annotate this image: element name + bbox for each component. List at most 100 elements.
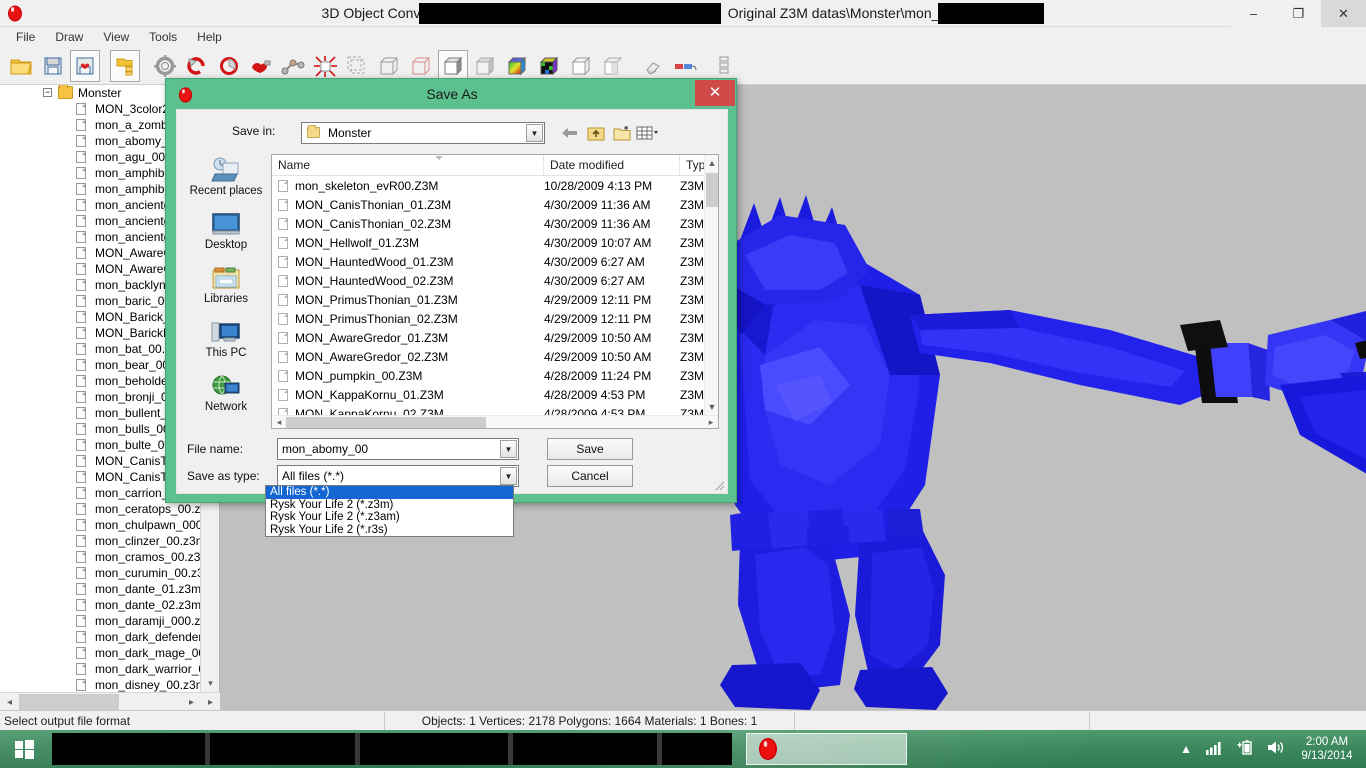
- tree-item[interactable]: mon_dark_defender_: [0, 629, 219, 645]
- minimize-button[interactable]: –: [1231, 0, 1276, 27]
- table-row[interactable]: MON_AwareGredor_02.Z3M 4/29/2009 10:50 AM…: [272, 347, 718, 366]
- views-icon[interactable]: [635, 122, 661, 144]
- file-scroll-thumb[interactable]: [706, 173, 718, 207]
- close-button[interactable]: ✕: [1321, 0, 1366, 27]
- dropdown-option[interactable]: Rysk Your Life 2 (*.z3m): [266, 499, 513, 512]
- battery-icon[interactable]: [1237, 740, 1253, 758]
- dropdown-option[interactable]: All files (*.*): [266, 486, 513, 499]
- back-arrow-icon[interactable]: [557, 122, 583, 144]
- table-row[interactable]: MON_CanisThonian_01.Z3M 4/30/2009 11:36 A…: [272, 195, 718, 214]
- sidebar-hscroll-thumb[interactable]: [19, 694, 119, 711]
- menu-draw[interactable]: Draw: [45, 28, 93, 46]
- stack-icon[interactable]: [710, 50, 740, 82]
- glasses-icon[interactable]: [670, 50, 700, 82]
- table-row[interactable]: MON_AwareGredor_01.Z3M 4/29/2009 10:50 AM…: [272, 328, 718, 347]
- chevron-down-icon-type[interactable]: ▼: [500, 467, 517, 485]
- rotate-right-icon[interactable]: [214, 50, 244, 82]
- table-row[interactable]: MON_pumpkin_00.Z3M 4/28/2009 11:24 PM Z3M …: [272, 366, 718, 385]
- table-row[interactable]: MON_HauntedWood_02.Z3M 4/30/2009 6:27 AM Z…: [272, 271, 718, 290]
- open-folder-icon[interactable]: [6, 50, 36, 82]
- tree-item[interactable]: mon_ceratops_00.z3m: [0, 501, 219, 517]
- explode-icon[interactable]: [310, 50, 340, 82]
- new-folder-icon[interactable]: [609, 122, 635, 144]
- file-name-combobox[interactable]: mon_abomy_00 ▼: [277, 438, 519, 460]
- tree-item[interactable]: mon_disney_00.z3m: [0, 677, 219, 692]
- tree-expander-icon[interactable]: −: [43, 88, 52, 97]
- wireframe-box-red-icon[interactable]: [406, 50, 436, 82]
- table-row[interactable]: MON_Hellwolf_01.Z3M 4/30/2009 10:07 AM Z3M…: [272, 233, 718, 252]
- table-row[interactable]: MON_HauntedWood_01.Z3M 4/30/2009 6:27 AM Z…: [272, 252, 718, 271]
- file-hscroll-thumb[interactable]: [286, 417, 486, 428]
- file-name-input[interactable]: mon_abomy_00: [278, 439, 368, 459]
- tree-item[interactable]: mon_chulpawn_000.z: [0, 517, 219, 533]
- table-row[interactable]: MON_CanisThonian_02.Z3M 4/30/2009 11:36 A…: [272, 214, 718, 233]
- table-row[interactable]: mon_skeleton_evR00.Z3M 10/28/2009 4:13 PM…: [272, 176, 718, 195]
- taskbar-active-app-button[interactable]: [746, 733, 907, 765]
- network-signal-icon[interactable]: [1206, 741, 1223, 758]
- file-list-horizontal-scrollbar[interactable]: ◂ ▸: [272, 415, 718, 428]
- file-scroll-left-icon[interactable]: ◂: [272, 416, 286, 429]
- sidebar-horizontal-scrollbar[interactable]: ◂ ▸ ▸: [0, 692, 220, 711]
- menu-help[interactable]: Help: [187, 28, 232, 46]
- rotate-left-icon[interactable]: [182, 50, 212, 82]
- dialog-close-button[interactable]: ✕: [695, 80, 735, 106]
- place-network[interactable]: Network: [187, 370, 265, 422]
- save-as-type-combobox[interactable]: All files (*.*) ▼: [277, 465, 519, 487]
- save-favorite-icon[interactable]: [70, 49, 100, 82]
- bounding-box-icon[interactable]: [342, 50, 372, 82]
- menu-tools[interactable]: Tools: [139, 28, 187, 46]
- light-icon[interactable]: [638, 50, 668, 82]
- maximize-button[interactable]: ❐: [1276, 0, 1321, 27]
- menu-file[interactable]: File: [6, 28, 45, 46]
- file-scroll-right-icon[interactable]: ▸: [704, 416, 718, 429]
- shaded-box-icon[interactable]: [470, 50, 500, 82]
- place-libraries[interactable]: Libraries: [187, 262, 265, 314]
- export-tree-icon[interactable]: [110, 49, 140, 82]
- column-header-date[interactable]: Date modified: [544, 154, 680, 176]
- tree-item[interactable]: mon_curumin_00.z3m: [0, 565, 219, 581]
- half-box-icon[interactable]: [598, 50, 628, 82]
- dropdown-option[interactable]: Rysk Your Life 2 (*.r3s): [266, 524, 513, 537]
- menu-view[interactable]: View: [93, 28, 139, 46]
- solid-box-icon[interactable]: [438, 49, 468, 82]
- volume-icon[interactable]: [1267, 740, 1285, 758]
- save-icon[interactable]: [38, 50, 68, 82]
- table-row[interactable]: MON_PrimusThonian_02.Z3M 4/29/2009 12:11 …: [272, 309, 718, 328]
- tree-item[interactable]: mon_dante_01.z3m: [0, 581, 219, 597]
- chevron-down-icon[interactable]: ▼: [526, 124, 543, 142]
- place-desktop[interactable]: Desktop: [187, 208, 265, 260]
- file-list-vertical-scrollbar[interactable]: ▲ ▼: [704, 155, 718, 416]
- table-row[interactable]: MON_KappaKornu_01.Z3M 4/28/2009 4:53 PM Z3…: [272, 385, 718, 404]
- tree-item[interactable]: mon_cramos_00.z3m: [0, 549, 219, 565]
- save-as-type-dropdown[interactable]: All files (*.*) Rysk Your Life 2 (*.z3m) R…: [265, 485, 514, 537]
- settings-gear-icon[interactable]: [150, 50, 180, 82]
- windows-start-icon[interactable]: [0, 730, 48, 768]
- save-in-combobox[interactable]: Monster ▼: [301, 122, 545, 144]
- wireframe-box-icon[interactable]: [374, 50, 404, 82]
- file-list[interactable]: Name Date modified Type mon_skeleton_evR…: [271, 154, 719, 429]
- tree-item[interactable]: mon_dante_02.z3m: [0, 597, 219, 613]
- transparent-box-icon[interactable]: [566, 50, 596, 82]
- tree-item[interactable]: mon_dark_warrior_00: [0, 661, 219, 677]
- file-scroll-down-icon[interactable]: ▼: [705, 399, 719, 416]
- dropdown-option[interactable]: Rysk Your Life 2 (*.z3am): [266, 511, 513, 524]
- column-header-name[interactable]: Name: [272, 154, 544, 176]
- resize-grip-icon[interactable]: [713, 479, 725, 491]
- table-row[interactable]: MON_PrimusThonian_01.Z3M 4/29/2009 12:11 …: [272, 290, 718, 309]
- tree-item[interactable]: mon_daramji_000.z3m: [0, 613, 219, 629]
- skeleton-icon[interactable]: [278, 50, 308, 82]
- taskbar-clock[interactable]: 2:00 AM 9/13/2014: [1292, 735, 1366, 763]
- show-hidden-icons[interactable]: ▲: [1180, 742, 1192, 756]
- chevron-down-icon-filename[interactable]: ▼: [500, 440, 517, 458]
- file-list-rows[interactable]: mon_skeleton_evR00.Z3M 10/28/2009 4:13 PM…: [272, 176, 718, 416]
- sidebar-scroll-down-icon[interactable]: ▾: [201, 675, 220, 692]
- texture-box-icon[interactable]: [534, 50, 564, 82]
- flip-icon[interactable]: [246, 50, 276, 82]
- place-this-pc[interactable]: This PC: [187, 316, 265, 368]
- tree-item[interactable]: mon_dark_mage_00.z: [0, 645, 219, 661]
- place-recent-places[interactable]: Recent places: [187, 154, 265, 206]
- file-scroll-up-icon[interactable]: ▲: [705, 155, 719, 172]
- up-folder-icon[interactable]: [583, 122, 609, 144]
- tree-item[interactable]: mon_clinzer_00.z3m: [0, 533, 219, 549]
- save-button[interactable]: Save: [547, 438, 633, 460]
